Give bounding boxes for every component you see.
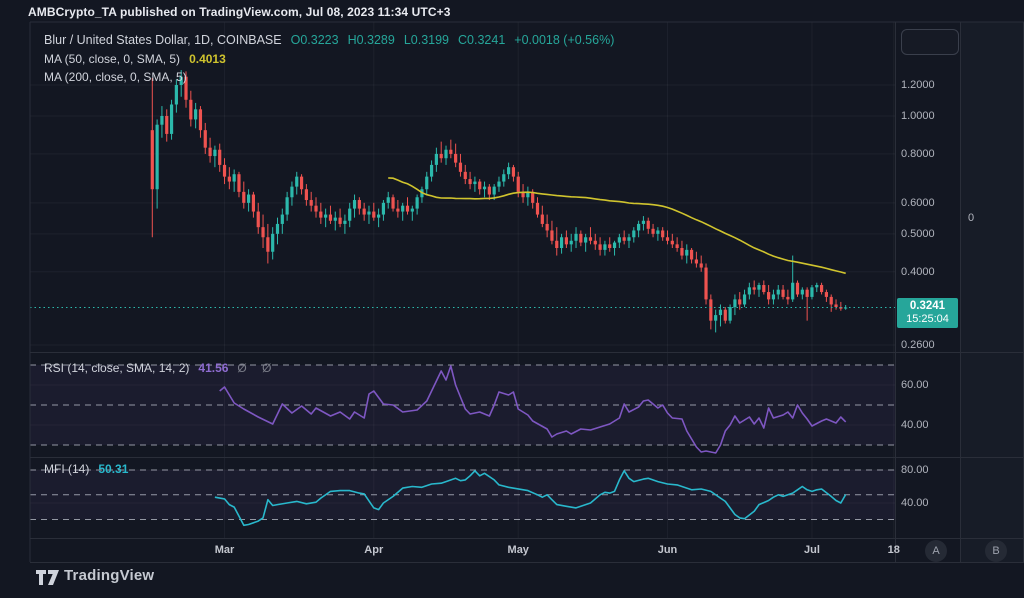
rsi-label: RSI (14, close, SMA, 14, 2) bbox=[44, 361, 189, 375]
high-value: H0.3289 bbox=[348, 33, 395, 47]
rsi-axis-label: 40.00 bbox=[901, 419, 929, 431]
time-axis-label: Jun bbox=[658, 544, 678, 556]
price-axis-label: 0.5000 bbox=[901, 228, 935, 240]
price-axis-label: 1.2000 bbox=[901, 79, 935, 91]
price-axis-label: 0.4000 bbox=[901, 266, 935, 278]
time-axis-label: 18 bbox=[888, 544, 900, 556]
chart-canvas[interactable] bbox=[0, 0, 1024, 598]
time-axis-label: May bbox=[508, 544, 529, 556]
change-value: +0.0018 (+0.56%) bbox=[514, 33, 614, 47]
mfi-axis-label: 40.00 bbox=[901, 497, 929, 509]
top-right-box[interactable] bbox=[901, 29, 959, 55]
time-axis-label: Mar bbox=[215, 544, 235, 556]
candles-group bbox=[151, 70, 848, 332]
mfi-label: MFI (14) bbox=[44, 462, 89, 476]
close-value: C0.3241 bbox=[458, 33, 505, 47]
rsi-legend[interactable]: RSI (14, close, SMA, 14, 2) 41.56 Ø Ø bbox=[44, 361, 277, 375]
rsi-value: 41.56 bbox=[198, 361, 228, 375]
rsi-empty-values: Ø Ø bbox=[237, 361, 277, 375]
tradingview-logo-icon bbox=[36, 569, 60, 586]
button-a[interactable]: A bbox=[925, 540, 947, 562]
rsi-axis-label: 60.00 bbox=[901, 379, 929, 391]
time-axis-label: Apr bbox=[364, 544, 383, 556]
ma50-legend[interactable]: MA (50, close, 0, SMA, 5) 0.4013 bbox=[44, 52, 226, 66]
mfi-legend[interactable]: MFI (14) 50.31 bbox=[44, 462, 128, 476]
tradingview-published-chart: AMBCrypto_TA published on TradingView.co… bbox=[0, 0, 1024, 598]
price-axis-label: 1.0000 bbox=[901, 110, 935, 122]
right-strip-zero-label: 0 bbox=[968, 212, 974, 224]
ma50-value: 0.4013 bbox=[189, 52, 226, 66]
indicator-bands bbox=[30, 365, 895, 520]
price-axis-label: 0.6000 bbox=[901, 197, 935, 209]
open-value: O0.3223 bbox=[291, 33, 339, 47]
tradingview-brand-text[interactable]: TradingView bbox=[64, 567, 154, 584]
last-price-badge: 0.3241 15:25:04 bbox=[897, 298, 958, 328]
price-axis-label: 0.8000 bbox=[901, 148, 935, 160]
ma200-legend[interactable]: MA (200, close, 0, SMA, 5) bbox=[44, 70, 187, 84]
mfi-value: 50.31 bbox=[98, 462, 128, 476]
right-strip-bg bbox=[960, 22, 1024, 562]
symbol-legend[interactable]: Blur / United States Dollar, 1D, COINBAS… bbox=[44, 33, 614, 47]
time-axis-label: Jul bbox=[804, 544, 820, 556]
button-b[interactable]: B bbox=[985, 540, 1007, 562]
last-price: 0.3241 bbox=[897, 299, 958, 313]
ma50-line bbox=[388, 178, 846, 273]
publish-line: AMBCrypto_TA published on TradingView.co… bbox=[28, 5, 450, 19]
ma200-label: MA (200, close, 0, SMA, 5) bbox=[44, 70, 187, 84]
symbol-title: Blur / United States Dollar, 1D, COINBAS… bbox=[44, 33, 282, 47]
low-value: L0.3199 bbox=[404, 33, 449, 47]
gridlines bbox=[30, 22, 895, 538]
bar-countdown: 15:25:04 bbox=[897, 313, 958, 327]
ma50-label: MA (50, close, 0, SMA, 5) bbox=[44, 52, 180, 66]
price-axis-label: 0.2600 bbox=[901, 339, 935, 351]
mfi-axis-label: 80.00 bbox=[901, 464, 929, 476]
